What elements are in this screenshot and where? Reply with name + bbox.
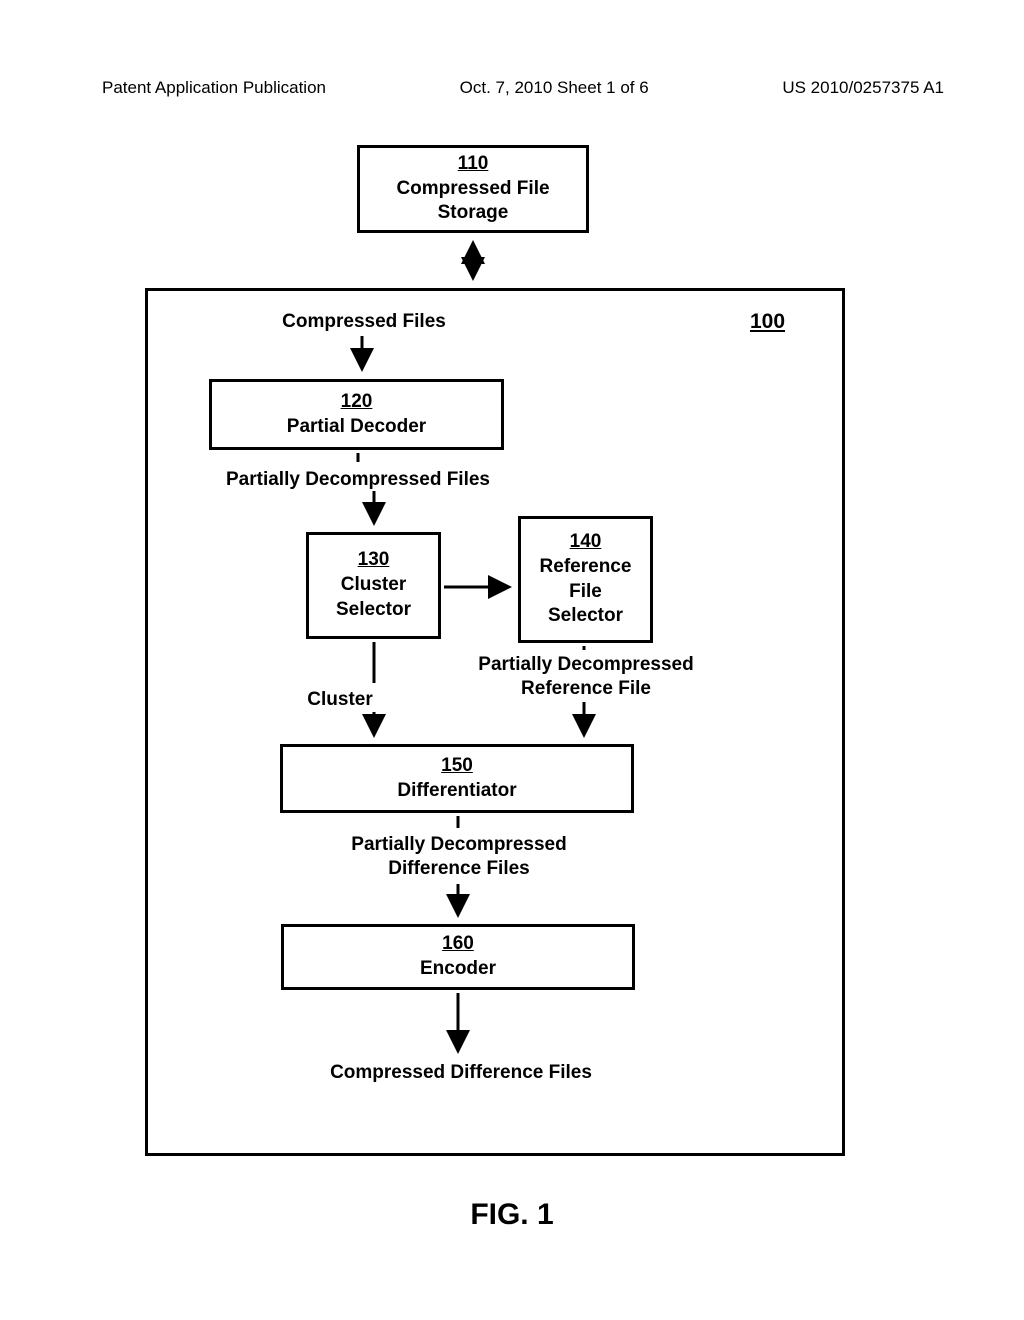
diagram-canvas: 110 Compressed File Storage 100 Compress… [0,140,1024,1240]
box-decoder: 120 Partial Decoder [209,379,504,450]
box-storage: 110 Compressed File Storage [357,145,589,233]
label-pd-diff: Partially Decompressed Difference Files [324,833,594,881]
system-ref: 100 [750,310,785,334]
page-header: Patent Application Publication Oct. 7, 2… [0,0,1024,110]
box-enc-num: 160 [442,932,474,957]
box-storage-label: Compressed File Storage [396,177,549,226]
box-storage-num: 110 [458,152,489,177]
box-cluster-label: Cluster Selector [336,573,411,622]
label-cluster: Cluster [295,688,385,712]
box-diff-label: Differentiator [397,779,516,804]
box-ref-num: 140 [570,530,602,555]
label-partially-decompressed: Partially Decompressed Files [208,468,508,492]
box-cluster-selector: 130 Cluster Selector [306,532,441,639]
box-decoder-label: Partial Decoder [287,415,426,440]
label-compressed-files: Compressed Files [264,310,464,334]
box-decoder-num: 120 [341,390,373,415]
header-center: Oct. 7, 2010 Sheet 1 of 6 [460,78,649,98]
figure-label: FIG. 1 [0,1198,1024,1232]
box-enc-label: Encoder [420,957,496,982]
label-pd-ref: Partially Decompressed Reference File [456,653,716,701]
header-left: Patent Application Publication [102,78,326,98]
header-right: US 2010/0257375 A1 [782,78,944,98]
box-cluster-num: 130 [358,548,390,573]
label-cd-files: Compressed Difference Files [306,1061,616,1085]
box-encoder: 160 Encoder [281,924,635,990]
box-ref-label: Reference File Selector [540,555,632,629]
box-differentiator: 150 Differentiator [280,744,634,813]
box-reference-selector: 140 Reference File Selector [518,516,653,643]
box-diff-num: 150 [441,754,473,779]
